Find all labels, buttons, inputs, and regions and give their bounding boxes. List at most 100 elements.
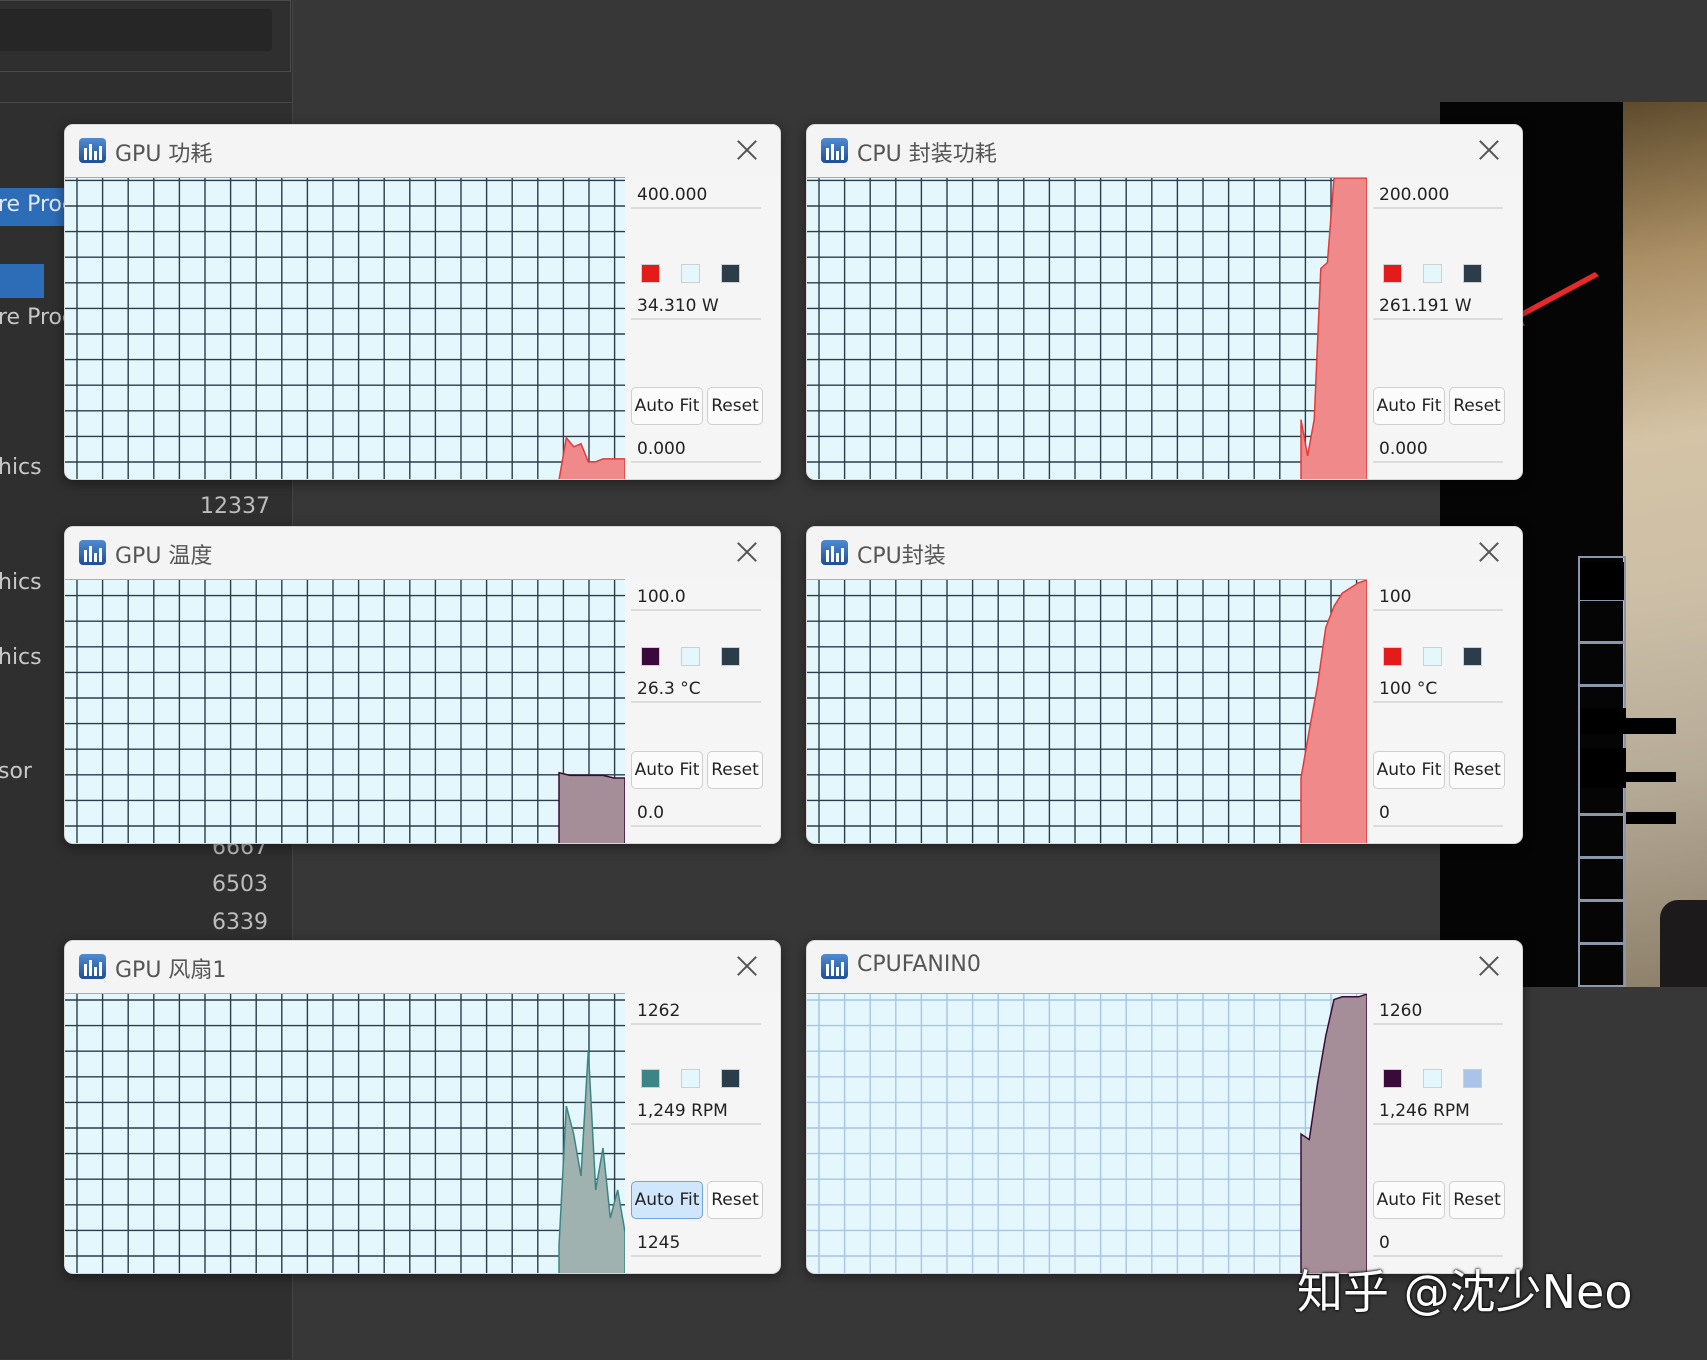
reset-button[interactable]: Reset (707, 387, 763, 425)
grid-color-swatch[interactable] (1463, 264, 1482, 283)
background-color-swatch[interactable] (1423, 264, 1442, 283)
graph-canvas (65, 178, 625, 479)
min-value-field[interactable]: 0 (1373, 1229, 1503, 1257)
auto-fit-button[interactable]: Auto Fit (631, 751, 703, 789)
close-icon[interactable] (730, 133, 764, 167)
background-color-swatch[interactable] (681, 264, 700, 283)
line-color-swatch[interactable] (641, 647, 660, 666)
background-value: 6503 (212, 872, 268, 897)
window-titlebar[interactable]: CPU封装 (807, 527, 1522, 579)
min-value-field[interactable]: 1245 (631, 1229, 761, 1257)
background-ladder-image (1578, 556, 1626, 987)
max-value-field[interactable]: 200.000 (1373, 181, 1503, 209)
max-value-field[interactable]: 1260 (1373, 997, 1503, 1025)
grid-color-swatch[interactable] (1463, 647, 1482, 666)
monitor-app-icon (79, 954, 106, 979)
ladder-block (1580, 748, 1626, 788)
sensor-graph[interactable] (807, 993, 1367, 1273)
max-value-field[interactable]: 100 (1373, 583, 1503, 611)
sensor-graph[interactable] (807, 579, 1367, 843)
reset-button[interactable]: Reset (1449, 751, 1505, 789)
reset-button[interactable]: Reset (1449, 1181, 1505, 1219)
sensor-graph[interactable] (65, 993, 625, 1273)
grid-color-swatch[interactable] (721, 1069, 740, 1088)
sensor-graph[interactable] (65, 579, 625, 843)
auto-fit-button[interactable]: Auto Fit (1373, 387, 1445, 425)
background-photo (1623, 102, 1707, 987)
line-color-swatch[interactable] (1383, 647, 1402, 666)
monitor-window[interactable]: CPU封装 100 100 °C Auto Fit Reset 0 (806, 526, 1523, 844)
window-titlebar[interactable]: GPU 功耗 (65, 125, 780, 177)
window-titlebar[interactable]: CPUFANIN0 (807, 941, 1522, 993)
monitor-window[interactable]: GPU 风扇1 1262 1,249 RPM Auto Fit Reset 12… (64, 940, 781, 1274)
monitor-window[interactable]: GPU 温度 100.0 26.3 °C Auto Fit Reset 0.0 (64, 526, 781, 844)
reset-button[interactable]: Reset (1449, 387, 1505, 425)
background-color-swatch[interactable] (681, 647, 700, 666)
min-value-field[interactable]: 0.000 (631, 435, 761, 463)
graph-canvas (65, 994, 625, 1273)
background-item[interactable]: hics (0, 455, 42, 480)
window-titlebar[interactable]: GPU 风扇1 (65, 941, 780, 993)
auto-fit-button[interactable]: Auto Fit (631, 387, 703, 425)
graph-background (807, 994, 1367, 1273)
monitor-app-icon (821, 954, 848, 979)
min-value-field[interactable]: 0 (1373, 799, 1503, 827)
min-value-field[interactable]: 0.000 (1373, 435, 1503, 463)
reset-button[interactable]: Reset (707, 1181, 763, 1219)
line-color-swatch[interactable] (1383, 264, 1402, 283)
monitor-window[interactable]: CPUFANIN0 1260 1,246 RPM Auto Fit Reset … (806, 940, 1523, 1274)
line-color-swatch[interactable] (641, 1069, 660, 1088)
background-item[interactable]: sor (0, 759, 32, 784)
background-value: 12337 (200, 494, 270, 519)
monitor-app-icon (79, 138, 106, 163)
auto-fit-button[interactable]: Auto Fit (1373, 1181, 1445, 1219)
background-color-swatch[interactable] (1423, 647, 1442, 666)
auto-fit-button[interactable]: Auto Fit (1373, 751, 1445, 789)
background-item[interactable]: hics (0, 570, 42, 595)
grid-color-swatch[interactable] (721, 264, 740, 283)
reset-button[interactable]: Reset (707, 751, 763, 789)
current-value-field: 1,246 RPM (1373, 1097, 1503, 1125)
monitor-app-icon (821, 138, 848, 163)
window-title: GPU 功耗 (115, 142, 213, 167)
window-titlebar[interactable]: GPU 温度 (65, 527, 780, 579)
ladder-block (1626, 812, 1676, 824)
graph-background (807, 580, 1367, 843)
max-value-field[interactable]: 400.000 (631, 181, 761, 209)
max-value-field[interactable]: 100.0 (631, 583, 761, 611)
monitor-window[interactable]: GPU 功耗 400.000 34.310 W Auto Fit Reset 0… (64, 124, 781, 480)
background-input[interactable] (0, 9, 272, 51)
graph-canvas (807, 994, 1367, 1273)
current-value-field: 261.191 W (1373, 292, 1503, 320)
graph-canvas (65, 580, 625, 843)
max-value-field[interactable]: 1262 (631, 997, 761, 1025)
window-titlebar[interactable]: CPU 封装功耗 (807, 125, 1522, 177)
monitor-window[interactable]: CPU 封装功耗 200.000 261.191 W Auto Fit Rese… (806, 124, 1523, 480)
background-item[interactable]: hics (0, 645, 42, 670)
background-selected-row-2[interactable] (0, 264, 44, 298)
ladder-block (1580, 708, 1626, 734)
background-item[interactable]: re Proc (0, 192, 74, 217)
close-icon[interactable] (1472, 535, 1506, 569)
close-icon[interactable] (730, 949, 764, 983)
min-value-field[interactable]: 0.0 (631, 799, 761, 827)
close-icon[interactable] (1472, 949, 1506, 983)
sensor-graph[interactable] (807, 177, 1367, 479)
line-color-swatch[interactable] (1383, 1069, 1402, 1088)
current-value-field: 1,249 RPM (631, 1097, 761, 1125)
background-item[interactable]: re Proc (0, 305, 74, 330)
window-title: CPUFANIN0 (857, 952, 981, 977)
grid-color-swatch[interactable] (721, 647, 740, 666)
graph-background (807, 178, 1367, 479)
background-color-swatch[interactable] (1423, 1069, 1442, 1088)
current-value-field: 34.310 W (631, 292, 761, 320)
background-photo-shadow (1660, 900, 1707, 987)
close-icon[interactable] (730, 535, 764, 569)
grid-color-swatch[interactable] (1463, 1069, 1482, 1088)
graph-canvas (807, 580, 1367, 843)
sensor-graph[interactable] (65, 177, 625, 479)
line-color-swatch[interactable] (641, 264, 660, 283)
background-color-swatch[interactable] (681, 1069, 700, 1088)
auto-fit-button[interactable]: Auto Fit (631, 1181, 703, 1219)
close-icon[interactable] (1472, 133, 1506, 167)
